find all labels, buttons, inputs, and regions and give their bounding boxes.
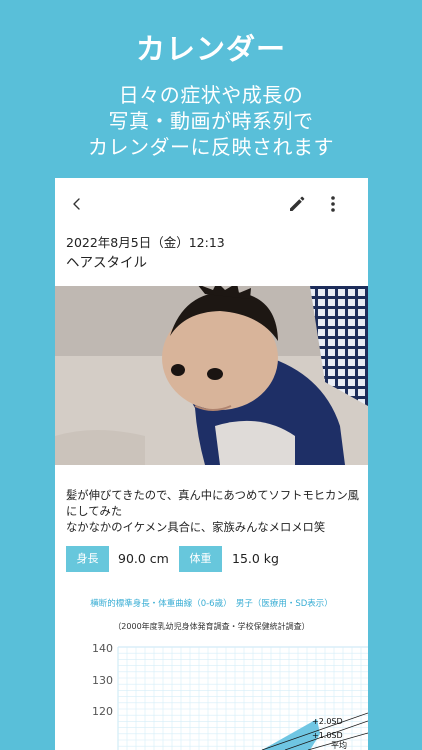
note-line: なかなかのイケメン具合に、家族みんなメロメロ笑 bbox=[66, 521, 326, 534]
entry-note: 髪が伸びてきたので、真ん中にあつめてソフトモヒカン風 にしてみた なかなかのイケ… bbox=[66, 488, 364, 536]
growth-chart-subtitle: （2000年度乳幼児身体発育調査・学校保健統計調査） bbox=[113, 622, 310, 631]
weight-value: 15.0 kg bbox=[232, 551, 279, 566]
more-options-button[interactable] bbox=[321, 192, 345, 216]
back-button[interactable] bbox=[65, 192, 89, 216]
y-tick-label: 120 bbox=[92, 705, 113, 718]
height-label: 身長 bbox=[66, 546, 109, 572]
curve-label: +1.0SD bbox=[312, 731, 343, 740]
promo-subtitle-line: カレンダーに反映されます bbox=[88, 135, 334, 159]
y-tick-label: 130 bbox=[92, 674, 113, 687]
note-line: 髪が伸びてきたので、真ん中にあつめてソフトモヒカン風 bbox=[66, 489, 359, 502]
entry-date: 2022年8月5日（金）12:13 bbox=[66, 235, 225, 250]
more-vertical-icon bbox=[331, 196, 335, 212]
y-tick-label: 140 bbox=[92, 642, 113, 655]
pencil-icon bbox=[290, 196, 305, 211]
note-line: にしてみた bbox=[66, 505, 123, 518]
edit-button[interactable] bbox=[285, 192, 309, 216]
curve-label: +2.0SD bbox=[312, 717, 343, 726]
entry-detail-card: 2022年8月5日（金）12:13 ヘアスタイル 髪が伸びてきたので、真ん中にあ… bbox=[55, 178, 368, 750]
promo-subtitle-line: 日々の症状や成長の bbox=[118, 83, 304, 107]
weight-label: 体重 bbox=[179, 546, 222, 572]
promo-title: カレンダー bbox=[135, 32, 286, 66]
entry-photo[interactable] bbox=[55, 286, 368, 465]
entry-title: ヘアスタイル bbox=[66, 255, 147, 271]
curve-label: 平均 bbox=[331, 740, 347, 750]
growth-chart-title: 横断的標準身長・体重曲線（0-6歳） 男子（医療用・SD表示） bbox=[90, 599, 333, 609]
promo-subtitle-line: 写真・動画が時系列で bbox=[108, 109, 314, 133]
chevron-left-icon bbox=[73, 198, 80, 210]
height-value: 90.0 cm bbox=[118, 551, 169, 566]
growth-chart[interactable]: 140 130 120 +2.0SD +1.0SD 平均 bbox=[80, 641, 368, 750]
